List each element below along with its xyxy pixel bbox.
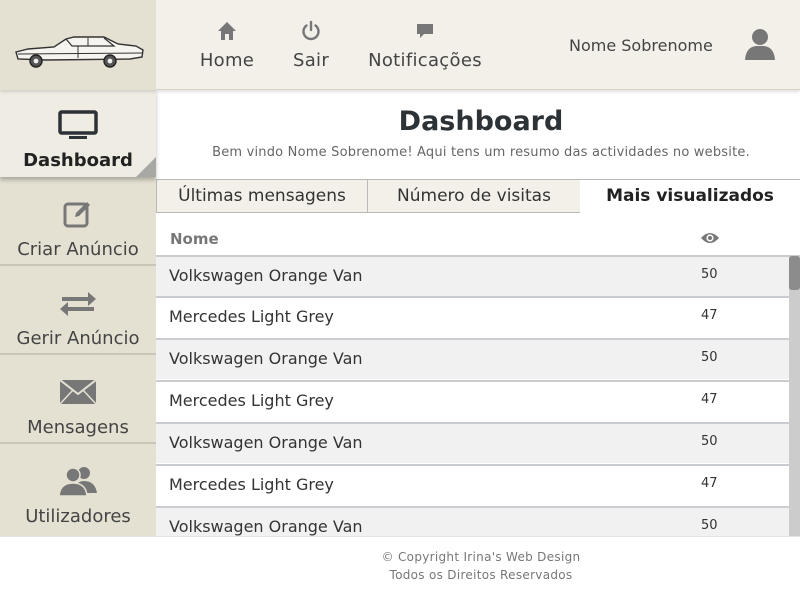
sidebar-item-users[interactable]: Utilizadores	[0, 446, 156, 533]
tab-visit-count[interactable]: Número de visitas	[367, 179, 581, 213]
row-views: 47	[701, 392, 718, 407]
row-views: 47	[701, 476, 718, 491]
footer-copyright: © Copyright Irina's Web Design	[381, 550, 581, 564]
sidebar-item-create-ad[interactable]: Criar Anúncio	[0, 179, 156, 266]
nav-notifications-label: Notificações	[368, 50, 482, 71]
nav-logout[interactable]: Sair	[288, 18, 334, 82]
logo[interactable]	[0, 0, 156, 90]
car-logo-icon	[15, 36, 144, 68]
nav-home-label: Home	[199, 50, 255, 71]
user-avatar-icon[interactable]	[744, 27, 776, 61]
table-body: Volkswagen Orange Van 50 Mercedes Light …	[156, 255, 790, 536]
footer-rights: Todos os Direitos Reservados	[389, 568, 573, 582]
swap-arrows-icon	[60, 292, 96, 316]
row-name: Volkswagen Orange Van	[169, 433, 363, 452]
row-views: 50	[701, 434, 718, 449]
row-name: Mercedes Light Grey	[169, 475, 334, 494]
scrollbar-track[interactable]	[789, 255, 800, 536]
active-corner-indicator	[136, 157, 156, 177]
tab-most-viewed[interactable]: Mais visualizados	[580, 179, 800, 213]
page-subtitle: Bem vindo Nome Sobrenome! Aqui tens um r…	[212, 145, 750, 160]
table-row[interactable]: Volkswagen Orange Van 50	[156, 422, 790, 463]
table-row[interactable]: Volkswagen Orange Van 50	[156, 338, 790, 379]
table-header: Nome	[156, 213, 800, 255]
envelope-icon	[59, 379, 97, 405]
sidebar: Dashboard Criar Anúncio Gerir Anúncio Me…	[0, 90, 156, 536]
sidebar-item-manage-ad[interactable]: Gerir Anúncio	[0, 268, 156, 355]
row-views: 50	[701, 518, 718, 533]
row-name: Volkswagen Orange Van	[169, 349, 363, 368]
scrollbar-thumb[interactable]	[789, 256, 800, 290]
sidebar-item-label: Mensagens	[27, 417, 129, 438]
page-title: Dashboard	[398, 106, 564, 137]
tab-bar: Últimas mensagens Número de visitas Mais…	[156, 179, 800, 213]
sidebar-item-label: Dashboard	[23, 150, 133, 171]
tab-latest-messages[interactable]: Últimas mensagens	[156, 179, 368, 213]
sidebar-item-dashboard[interactable]: Dashboard	[0, 90, 156, 177]
row-views: 50	[701, 350, 718, 365]
home-icon	[218, 22, 236, 40]
row-views: 50	[701, 267, 718, 282]
eye-icon[interactable]	[700, 231, 720, 245]
table-row[interactable]: Mercedes Light Grey 47	[156, 380, 790, 421]
footer: © Copyright Irina's Web Design Todos os …	[0, 536, 800, 600]
sidebar-item-label: Criar Anúncio	[17, 239, 139, 260]
sidebar-item-messages[interactable]: Mensagens	[0, 357, 156, 444]
row-name: Volkswagen Orange Van	[169, 266, 363, 285]
user-name[interactable]: Nome Sobrenome	[569, 36, 713, 55]
power-icon	[302, 20, 320, 41]
table-row[interactable]: Mercedes Light Grey 47	[156, 464, 790, 505]
table-row[interactable]: Mercedes Light Grey 47	[156, 296, 790, 337]
table-row[interactable]: Volkswagen Orange Van 50	[156, 506, 790, 536]
row-name: Mercedes Light Grey	[169, 391, 334, 410]
nav-notifications[interactable]: Notificações	[368, 18, 482, 82]
sidebar-item-label: Gerir Anúncio	[16, 328, 140, 349]
column-header-name[interactable]: Nome	[170, 230, 219, 248]
sidebar-item-label: Utilizadores	[25, 506, 131, 527]
top-header: Home Sair Notificações Nome Sobrenome	[0, 0, 800, 90]
nav-home[interactable]: Home	[196, 18, 258, 82]
edit-icon	[63, 202, 90, 228]
row-name: Mercedes Light Grey	[169, 307, 334, 326]
table-row[interactable]: Volkswagen Orange Van 50	[156, 255, 790, 296]
row-views: 47	[701, 308, 718, 323]
chat-bubble-icon	[417, 24, 433, 38]
monitor-icon	[58, 110, 98, 139]
row-name: Volkswagen Orange Van	[169, 517, 363, 536]
users-icon	[58, 467, 97, 497]
nav-logout-label: Sair	[292, 50, 330, 71]
